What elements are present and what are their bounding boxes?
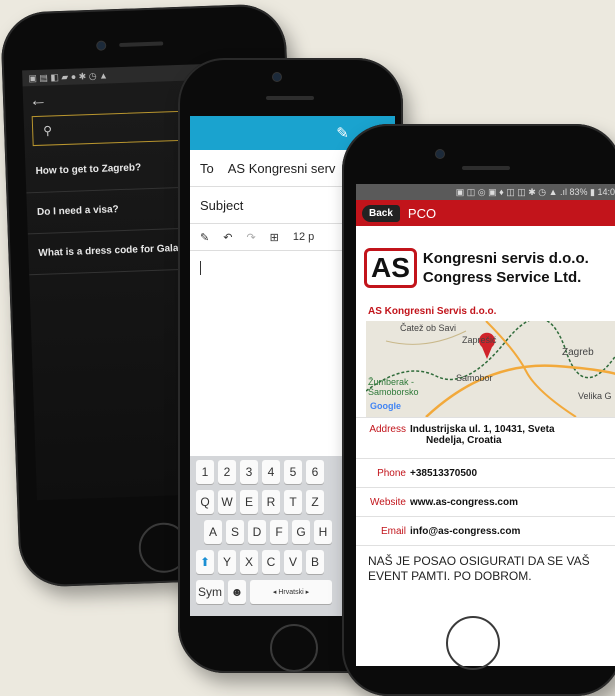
key[interactable]: E	[240, 490, 258, 514]
key[interactable]: Q	[196, 490, 214, 514]
text-cursor	[200, 261, 201, 275]
map-label: Čatež ob Savi	[400, 323, 457, 333]
address-row: Address Industrijska ul. 1, 10431, Sveta…	[356, 417, 615, 458]
shift-icon[interactable]: ⬆	[196, 550, 214, 574]
map-label: Samoborsko	[368, 387, 419, 397]
website-label: Website	[370, 496, 406, 508]
home-button[interactable]	[270, 624, 318, 672]
home-button[interactable]	[446, 616, 500, 670]
phone-pco: ▣ ◫ ◎ ▣ ♦ ◫ ◫ ✱ ◷ ▲ .ıl 83% ▮ 14:08 Back…	[342, 124, 615, 696]
paperclip-icon[interactable]: ✎	[336, 124, 349, 142]
sym-key[interactable]: Sym	[196, 580, 224, 604]
page-title: PCO	[407, 205, 437, 221]
key[interactable]: T	[284, 490, 302, 514]
map-label: Zaprešić	[462, 335, 497, 345]
address-label: Address	[369, 424, 406, 435]
to-value: AS Kongresni serv	[227, 160, 336, 176]
to-label: To	[200, 160, 214, 176]
speaker	[119, 41, 164, 48]
key[interactable]: 3	[240, 460, 258, 484]
logo-mark: AS	[364, 248, 417, 288]
key[interactable]: C	[262, 550, 280, 574]
company-logo: AS Kongresni servis d.o.o. Congress Serv…	[356, 226, 615, 298]
font-size-select[interactable]: 12 p	[293, 231, 314, 243]
key[interactable]: 2	[218, 460, 236, 484]
redo-icon[interactable]: ↷	[246, 231, 255, 244]
key[interactable]: S	[226, 520, 244, 544]
map-label: Samobor	[456, 373, 493, 383]
key[interactable]: H	[314, 520, 332, 544]
logo-text: Kongresni servis d.o.o. Congress Service…	[423, 249, 589, 287]
subject-label: Subject	[200, 197, 244, 213]
space-key[interactable]: ◂ Hrvatski ▸	[250, 580, 332, 604]
emoji-icon[interactable]: ☻	[228, 580, 246, 604]
company-name: AS Kongresni Servis d.o.o.	[368, 306, 497, 317]
address-line-1: Industrijska ul. 1, 10431, Sveta	[410, 424, 555, 435]
key[interactable]: Y	[218, 550, 236, 574]
key[interactable]: 4	[262, 460, 280, 484]
motto-text: NAŠ JE POSAO OSIGURATI DA SE VAŠ EVENT P…	[356, 545, 615, 592]
key[interactable]: R	[262, 490, 280, 514]
key[interactable]: 6	[306, 460, 324, 484]
back-button[interactable]: Back	[362, 204, 400, 222]
website-link[interactable]: www.as-congress.com	[410, 497, 518, 508]
website-row[interactable]: Website www.as-congress.com	[356, 487, 615, 516]
pco-header: Back PCO	[356, 200, 615, 226]
phone-label: Phone	[377, 467, 406, 479]
key[interactable]: X	[240, 550, 258, 574]
key[interactable]: 5	[284, 460, 302, 484]
logo-line-1: Kongresni servis d.o.o.	[422, 250, 589, 267]
email-link[interactable]: info@as-congress.com	[410, 526, 520, 537]
map-label: Žumberak -	[368, 377, 415, 387]
camera	[272, 72, 282, 82]
speaker	[266, 96, 314, 100]
speaker	[462, 166, 510, 170]
key[interactable]: G	[292, 520, 310, 544]
pco-screen: ▣ ◫ ◎ ▣ ♦ ◫ ◫ ✱ ◷ ▲ .ıl 83% ▮ 14:08 Back…	[356, 184, 615, 666]
map-label: Velika G	[578, 391, 612, 401]
insert-image-icon[interactable]: ⊞	[270, 231, 279, 244]
search-icon: ⚲	[42, 123, 53, 138]
pen-icon[interactable]: ✎	[200, 231, 209, 244]
address-line-2: Nedelja, Croatia	[426, 435, 502, 446]
email-label: Email	[380, 525, 406, 537]
key[interactable]: A	[204, 520, 222, 544]
key[interactable]: Z	[306, 490, 324, 514]
status-bar: ▣ ◫ ◎ ▣ ♦ ◫ ◫ ✱ ◷ ▲ .ıl 83% ▮ 14:08	[356, 184, 615, 200]
key[interactable]: 1	[196, 460, 214, 484]
key[interactable]: W	[218, 490, 236, 514]
undo-icon[interactable]: ↶	[223, 231, 232, 244]
camera	[96, 40, 107, 51]
key[interactable]: V	[284, 550, 302, 574]
key[interactable]: D	[248, 520, 266, 544]
logo-line-2: Congress Service Ltd.	[422, 269, 582, 286]
camera	[435, 149, 445, 159]
google-logo: Google	[370, 401, 401, 411]
key[interactable]: F	[270, 520, 288, 544]
phone-row[interactable]: Phone +38513370500	[356, 458, 615, 487]
map-label: Zagreb	[562, 347, 594, 358]
location-map[interactable]: Čatež ob Savi Zaprešić Zagreb Samobor Žu…	[366, 321, 615, 417]
key[interactable]: B	[306, 550, 324, 574]
email-row[interactable]: Email info@as-congress.com	[356, 516, 615, 545]
phone-value[interactable]: +38513370500	[410, 468, 477, 479]
